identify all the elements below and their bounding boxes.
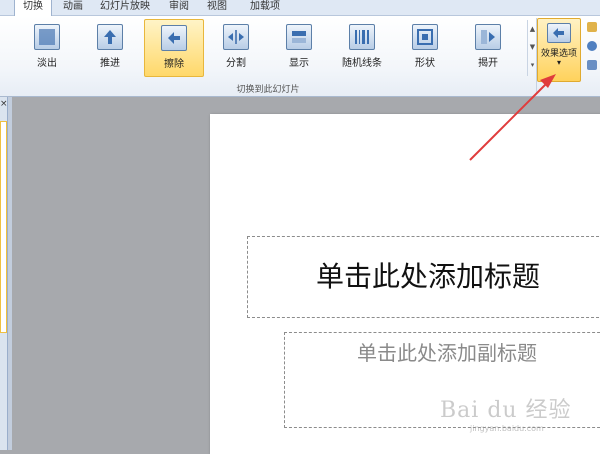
transition-uncover[interactable]: 揭开	[459, 19, 517, 75]
chevron-down-icon: ▾	[556, 58, 561, 67]
random-bars-icon	[349, 24, 375, 50]
wipe-icon	[161, 25, 187, 51]
push-icon	[97, 24, 123, 50]
close-icon[interactable]: ×	[0, 99, 8, 109]
transition-push[interactable]: 推进	[81, 19, 139, 75]
transition-wipe[interactable]: 擦除	[144, 19, 204, 77]
uncover-icon	[475, 24, 501, 50]
apply-all-icon[interactable]	[587, 60, 597, 70]
slides-panel: ×	[0, 97, 8, 450]
transition-gallery: 淡出 推进 擦除 分割 显示 随机线条 形状 揭开 ▲ ▼ ▾	[0, 16, 535, 80]
slide-thumbnail[interactable]	[0, 121, 7, 333]
transition-label: 淡出	[37, 58, 57, 69]
tab-review[interactable]: 审阅	[164, 0, 194, 15]
watermark-logo: Bai du 经验	[440, 398, 572, 423]
transition-label: 形状	[415, 58, 435, 69]
ribbon: 淡出 推进 擦除 分割 显示 随机线条 形状 揭开 ▲ ▼ ▾ 切换到此幻灯片 …	[0, 16, 600, 97]
group-label: 切换到此幻灯片	[236, 85, 300, 95]
tab-addins[interactable]: 加载项	[246, 0, 284, 15]
split-icon	[223, 24, 249, 50]
reveal-icon	[286, 24, 312, 50]
tab-slideshow[interactable]: 幻灯片放映	[94, 0, 156, 15]
side-tools	[585, 22, 600, 79]
title-placeholder[interactable]: 单击此处添加标题	[247, 236, 600, 318]
transition-split[interactable]: 分割	[207, 19, 265, 75]
ribbon-tab-bar: 切换 动画 幻灯片放映 审阅 视图 加载项	[0, 0, 600, 16]
watermark-url: jingyan.baidu.com	[470, 424, 544, 433]
effect-options-button[interactable]: 效果选项 ▾	[537, 18, 581, 82]
transition-label: 擦除	[164, 59, 184, 70]
duration-icon[interactable]	[587, 41, 597, 51]
transition-label: 随机线条	[342, 58, 382, 69]
fade-icon	[34, 24, 60, 50]
transition-label: 推进	[100, 58, 120, 69]
transition-random-bars[interactable]: 随机线条	[333, 19, 391, 75]
sound-icon[interactable]	[587, 22, 597, 32]
tab-view[interactable]: 视图	[202, 0, 232, 15]
transition-label: 显示	[289, 58, 309, 69]
transition-fade[interactable]: 淡出	[18, 19, 76, 75]
transition-reveal[interactable]: 显示	[270, 19, 328, 75]
shape-icon	[412, 24, 438, 50]
transition-label: 揭开	[478, 58, 498, 69]
tab-transitions[interactable]: 切换	[14, 0, 52, 16]
transition-shape[interactable]: 形状	[396, 19, 454, 75]
effect-options-icon	[547, 23, 571, 43]
panel-splitter[interactable]	[8, 97, 12, 450]
tab-animations[interactable]: 动画	[58, 0, 88, 15]
transition-label: 分割	[226, 58, 246, 69]
